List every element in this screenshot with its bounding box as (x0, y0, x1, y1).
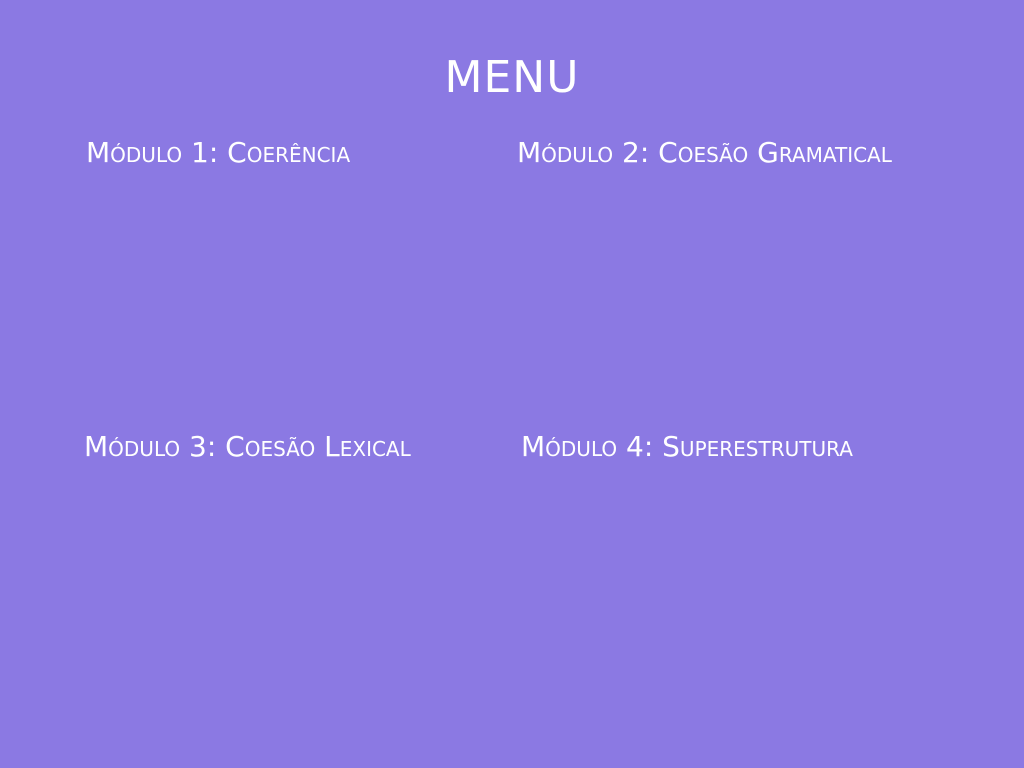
menu-slide: MENU Módulo 1: Coerência Módulo 2: Coesã… (0, 0, 1024, 768)
module-1-link[interactable]: Módulo 1: Coerência (86, 136, 350, 170)
menu-title: MENU (444, 52, 580, 103)
module-3-link[interactable]: Módulo 3: Coesão Lexical (84, 430, 411, 464)
module-2-link[interactable]: Módulo 2: Coesão Gramatical (517, 136, 892, 170)
module-4-link[interactable]: Módulo 4: Superestrutura (521, 430, 853, 464)
